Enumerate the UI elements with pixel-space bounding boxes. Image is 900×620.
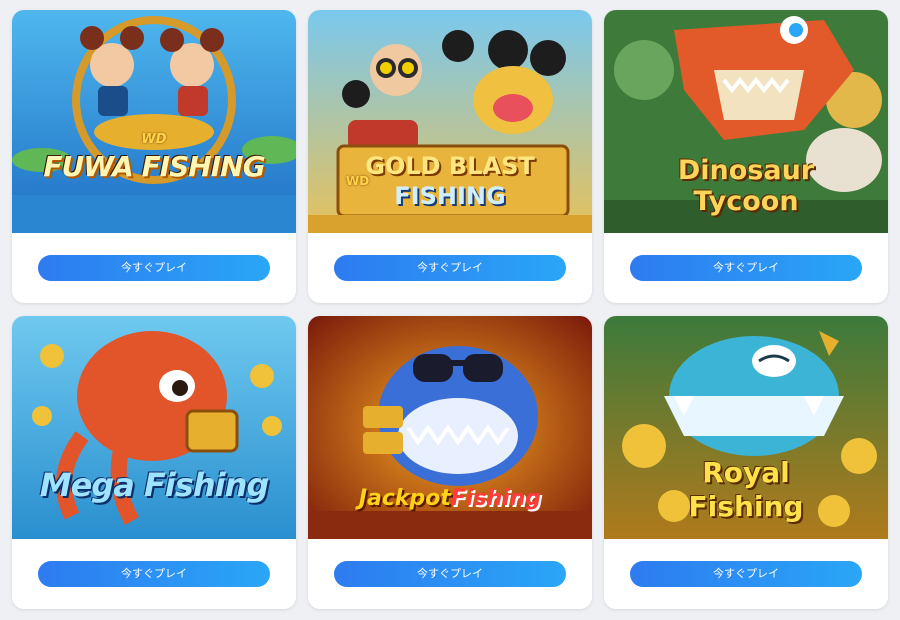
play-now-button[interactable]: 今すぐプレイ [630, 255, 862, 281]
game-title: JackpotFishing [308, 486, 592, 511]
game-title-line2: Fishing [688, 490, 804, 523]
play-now-button[interactable]: 今すぐプレイ [38, 561, 270, 587]
game-thumbnail[interactable]: Royal Fishing [604, 316, 888, 539]
game-title-line2: Tycoon [693, 186, 799, 217]
game-thumbnail[interactable]: WD GOLD BLAST FISHING [308, 10, 592, 233]
game-title-line1: Royal [702, 456, 790, 489]
game-logo-small: WD [141, 132, 167, 147]
game-card-fuwa-fishing[interactable]: WD FUWA FISHING 今すぐプレイ [12, 10, 296, 303]
game-title: FUWA FISHING [43, 150, 265, 183]
game-title-part2: Fishing [450, 486, 542, 511]
play-now-button[interactable]: 今すぐプレイ [334, 255, 566, 281]
game-thumbnail[interactable]: Mega Fishing [12, 316, 296, 539]
game-thumbnail[interactable]: JackpotFishing [308, 316, 592, 539]
game-title-line2: FISHING [394, 182, 506, 210]
game-thumbnail[interactable]: WD FUWA FISHING [12, 10, 296, 233]
play-now-button[interactable]: 今すぐプレイ [38, 255, 270, 281]
fuwa-fishing-artwork [12, 10, 296, 233]
game-grid: WD FUWA FISHING 今すぐプレイ WD GOLD BLAST FIS… [0, 0, 900, 620]
game-title-line1: GOLD BLAST [365, 152, 535, 180]
game-title: Mega Fishing [39, 466, 270, 504]
play-now-button[interactable]: 今すぐプレイ [334, 561, 566, 587]
game-card-royal-fishing[interactable]: Royal Fishing 今すぐプレイ [604, 316, 888, 609]
game-title-line1: Dinosaur [677, 155, 815, 186]
game-title-part1: Jackpot [358, 486, 451, 511]
game-card-dinosaur-tycoon[interactable]: Dinosaur Tycoon 今すぐプレイ [604, 10, 888, 303]
game-thumbnail[interactable]: Dinosaur Tycoon [604, 10, 888, 233]
game-card-gold-blast-fishing[interactable]: WD GOLD BLAST FISHING 今すぐプレイ [308, 10, 592, 303]
game-card-jackpot-fishing[interactable]: JackpotFishing 今すぐプレイ [308, 316, 592, 609]
mega-fishing-artwork [12, 316, 296, 539]
play-now-button[interactable]: 今すぐプレイ [630, 561, 862, 587]
game-card-mega-fishing[interactable]: Mega Fishing 今すぐプレイ [12, 316, 296, 609]
